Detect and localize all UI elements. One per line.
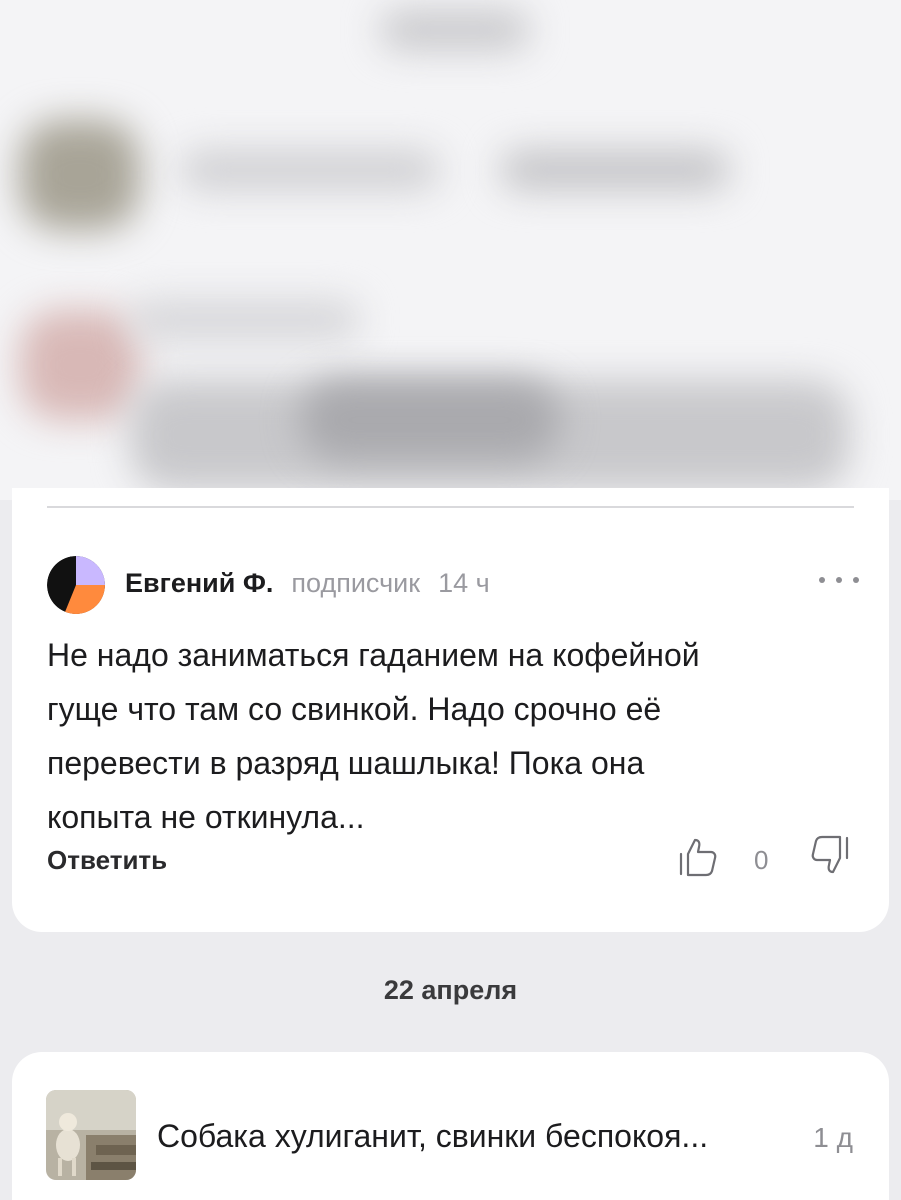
author-role: подписчик [291,568,421,598]
more-dots-icon[interactable] [819,570,859,590]
divider [47,506,854,508]
comment-card: Евгений Ф. подписчик 14 ч Не надо занима… [12,488,889,932]
like-count: 0 [754,845,769,875]
blurred-background [0,0,901,500]
comment-line: перевести в разряд шашлыка! Пока она [47,745,645,781]
reply-button[interactable]: Ответить [47,845,167,876]
notification-text: Собака хулиганит, свинки беспокоя... [157,1118,709,1154]
avatar-icon[interactable] [47,556,105,614]
thumbs-down-icon[interactable] [807,834,851,876]
author-row: Евгений Ф. подписчик 14 ч [125,568,490,599]
author-name[interactable]: Евгений Ф. [125,568,273,599]
notification-card[interactable]: Собака хулиганит, свинки беспокоя... 1 д [12,1052,889,1200]
comment-line: гуще что там со свинкой. Надо срочно её [47,691,662,727]
comment-line: Не надо заниматься гаданием на кофейной [47,637,700,673]
comment-time: 14 ч [438,568,490,598]
thumbs-up-icon[interactable] [677,836,719,878]
comment-text: Не надо заниматься гаданием на кофейной … [47,628,837,844]
post-thumbnail[interactable] [46,1090,136,1180]
date-separator: 22 апреля [383,975,518,1005]
notification-time: 1 д [813,1122,853,1153]
comment-line: копыта не откинула... [47,799,365,835]
